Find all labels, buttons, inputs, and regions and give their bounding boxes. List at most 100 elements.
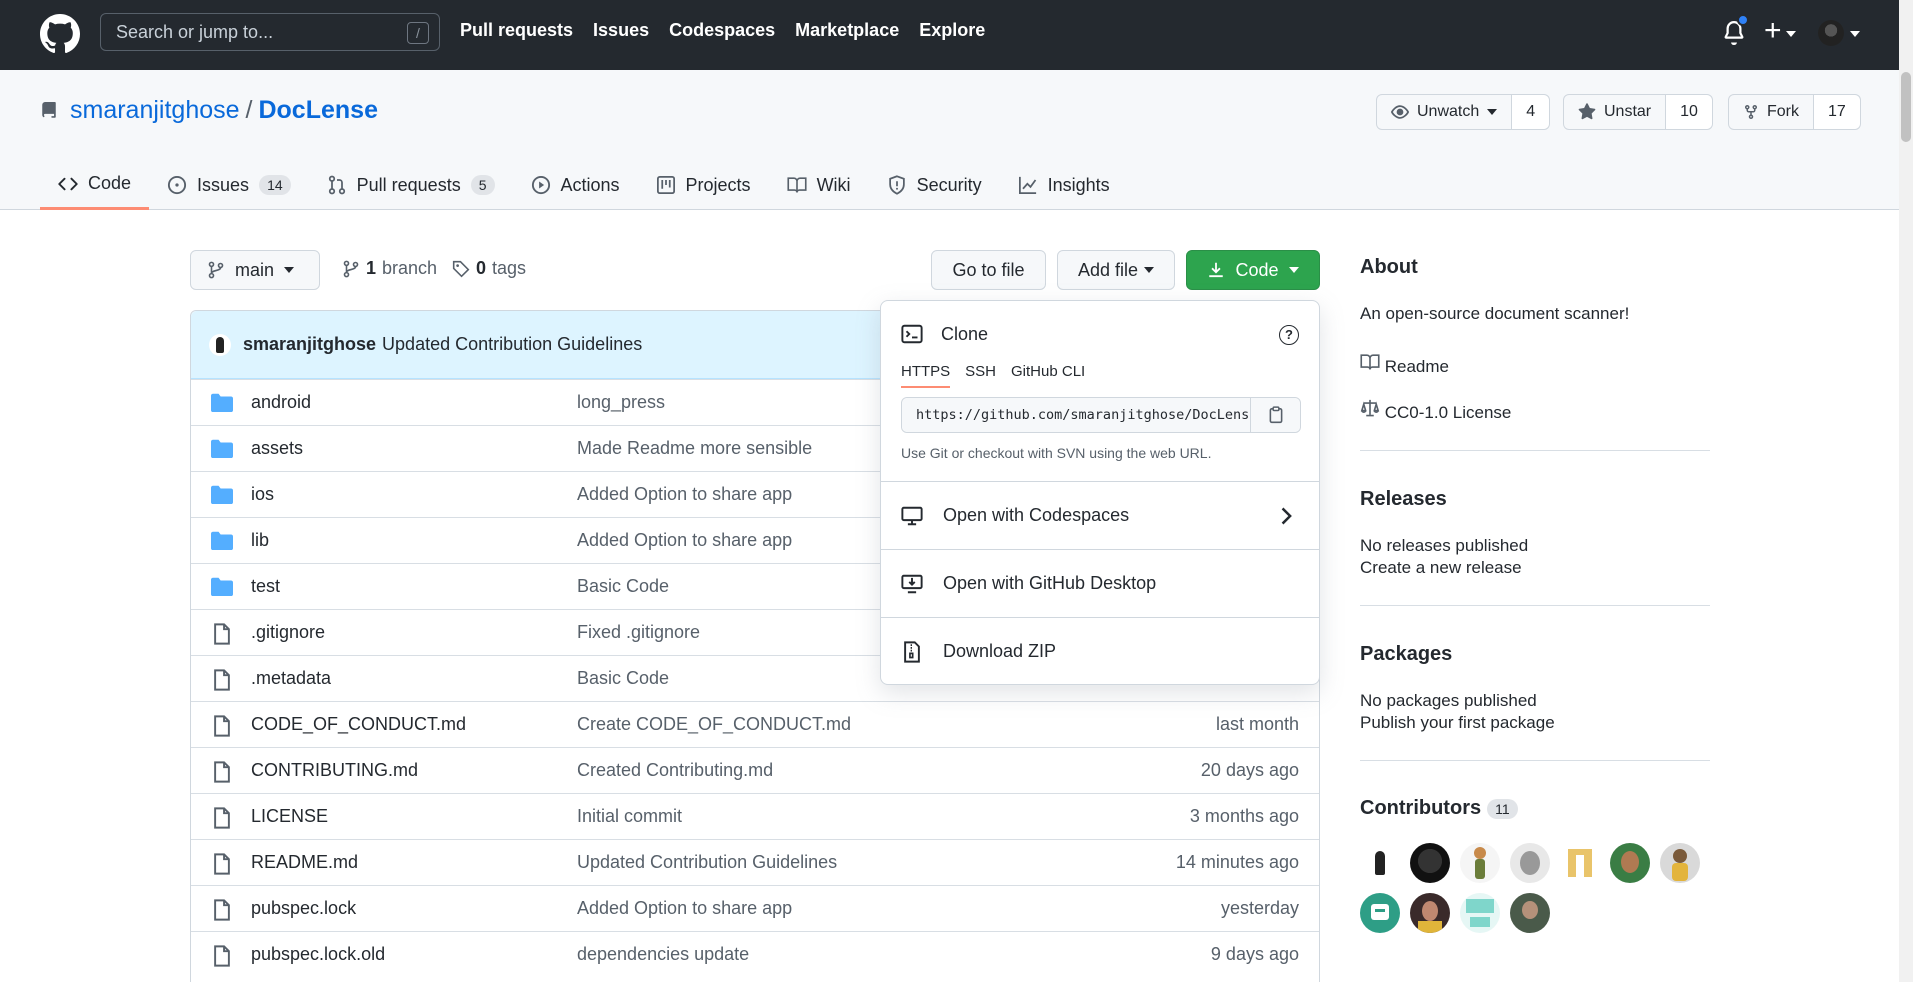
protocol-tab-cli[interactable]: GitHub CLI <box>1011 363 1085 388</box>
file-commit-message[interactable]: long_press <box>577 392 665 413</box>
tab-issues[interactable]: Issues 14 <box>149 160 309 210</box>
contributor-avatar[interactable] <box>1660 843 1700 883</box>
search-input[interactable]: Search or jump to... / <box>100 13 440 51</box>
file-commit-message[interactable]: Added Option to share app <box>577 898 792 919</box>
repo-separator: / <box>245 96 253 124</box>
commit-message[interactable]: Updated Contribution Guidelines <box>382 334 642 355</box>
github-logo-icon[interactable] <box>40 14 80 54</box>
file-commit-message[interactable]: Basic Code <box>577 576 669 597</box>
file-commit-message[interactable]: dependencies update <box>577 944 749 965</box>
go-to-file-button[interactable]: Go to file <box>931 250 1046 290</box>
download-zip[interactable]: Download ZIP <box>881 617 1319 685</box>
file-name-link[interactable]: .gitignore <box>251 622 325 643</box>
file-name-link[interactable]: android <box>251 392 311 413</box>
avatar[interactable] <box>1818 20 1844 46</box>
file-commit-message[interactable]: Fixed .gitignore <box>577 622 700 643</box>
publish-package-link[interactable]: Publish your first package <box>1360 713 1710 733</box>
contributor-avatar[interactable] <box>1460 843 1500 883</box>
contributor-avatar[interactable] <box>1460 893 1500 933</box>
file-name-link[interactable]: test <box>251 576 280 597</box>
contributor-avatar[interactable] <box>1510 843 1550 883</box>
repo-owner-link[interactable]: smaranjitghose <box>70 96 240 125</box>
tab-pull-requests[interactable]: Pull requests 5 <box>309 160 513 210</box>
fork-count[interactable]: 17 <box>1814 95 1860 129</box>
tab-actions[interactable]: Actions <box>513 160 638 210</box>
clone-url-input[interactable]: https://github.com/smaranjitghose/DocLen… <box>902 398 1250 432</box>
file-commit-message[interactable]: Made Readme more sensible <box>577 438 812 459</box>
fork-button[interactable]: Fork <box>1729 95 1814 129</box>
branch-select-button[interactable]: main <box>190 250 320 290</box>
file-name-link[interactable]: pubspec.lock.old <box>251 944 385 965</box>
releases-heading[interactable]: Releases <box>1360 488 1710 511</box>
file-name-link[interactable]: assets <box>251 438 303 459</box>
file-commit-message[interactable]: Basic Code <box>577 668 669 689</box>
avatar[interactable] <box>209 333 231 356</box>
add-file-button[interactable]: Add file <box>1057 250 1175 290</box>
file-name-link[interactable]: CODE_OF_CONDUCT.md <box>251 714 466 735</box>
tab-insights[interactable]: Insights <box>1000 160 1128 210</box>
copy-button[interactable] <box>1250 398 1300 432</box>
file-name-link[interactable]: pubspec.lock <box>251 898 356 919</box>
packages-heading[interactable]: Packages <box>1360 643 1710 666</box>
file-commit-message[interactable]: Added Option to share app <box>577 530 792 551</box>
file-name-link[interactable]: CONTRIBUTING.md <box>251 760 418 781</box>
file-row[interactable]: pubspec.lock Added Option to share app yes… <box>191 885 1319 931</box>
tab-code[interactable]: Code <box>40 160 150 210</box>
file-commit-message[interactable]: Initial commit <box>577 806 682 827</box>
sidebar-divider <box>1360 605 1710 606</box>
file-row[interactable]: LICENSE Initial commit 3 months ago <box>191 793 1319 839</box>
open-with-github-desktop[interactable]: Open with GitHub Desktop <box>881 549 1319 617</box>
tab-wiki[interactable]: Wiki <box>769 160 869 210</box>
nav-codespaces[interactable]: Codespaces <box>669 20 775 41</box>
file-commit-message[interactable]: Create CODE_OF_CONDUCT.md <box>577 714 851 735</box>
file-name-link[interactable]: lib <box>251 530 269 551</box>
unwatch-button[interactable]: Unwatch <box>1377 95 1513 129</box>
contributor-avatar[interactable] <box>1410 843 1450 883</box>
file-name-link[interactable]: LICENSE <box>251 806 328 827</box>
branches-link[interactable]: 1 branch <box>342 258 437 279</box>
code-button[interactable]: Code <box>1186 250 1320 290</box>
contributor-avatar[interactable] <box>1410 893 1450 933</box>
nav-pull-requests[interactable]: Pull requests <box>460 20 573 41</box>
terminal-icon <box>901 324 923 344</box>
nav-explore[interactable]: Explore <box>919 20 985 41</box>
unstar-button[interactable]: Unstar <box>1564 95 1667 129</box>
tab-projects[interactable]: Projects <box>638 160 769 210</box>
open-with-codespaces[interactable]: Open with Codespaces <box>881 481 1319 549</box>
repo-name-link[interactable]: DocLense <box>258 96 377 125</box>
contributor-avatar[interactable] <box>1510 893 1550 933</box>
file-name-link[interactable]: README.md <box>251 852 358 873</box>
protocol-tab-https[interactable]: HTTPS <box>901 363 951 388</box>
file-commit-message[interactable]: Updated Contribution Guidelines <box>577 852 837 873</box>
nav-marketplace[interactable]: Marketplace <box>795 20 899 41</box>
create-release-link[interactable]: Create a new release <box>1360 558 1710 578</box>
help-icon[interactable]: ? <box>1279 325 1299 345</box>
scrollbar-thumb[interactable] <box>1901 72 1911 142</box>
file-name-link[interactable]: ios <box>251 484 274 505</box>
file-name-link[interactable]: .metadata <box>251 668 331 689</box>
scrollbar[interactable] <box>1899 0 1913 982</box>
packages-section: Packages <box>1360 643 1710 666</box>
readme-link[interactable]: Readme <box>1360 352 1710 377</box>
contributors-heading[interactable]: Contributors 11 <box>1360 797 1710 820</box>
file-commit-message[interactable]: Added Option to share app <box>577 484 792 505</box>
tab-label: Code <box>88 173 132 193</box>
tags-link[interactable]: 0 tags <box>452 258 526 279</box>
star-count[interactable]: 10 <box>1666 95 1712 129</box>
contributor-avatar[interactable] <box>1560 843 1600 883</box>
file-row[interactable]: pubspec.lock.old dependencies update 9 day… <box>191 931 1319 977</box>
contributor-avatar[interactable] <box>1610 843 1650 883</box>
tab-security[interactable]: Security <box>869 160 1000 210</box>
protocol-tab-ssh[interactable]: SSH <box>965 363 996 388</box>
file-row[interactable]: CODE_OF_CONDUCT.md Create CODE_OF_CONDUCT… <box>191 701 1319 747</box>
watch-count[interactable]: 4 <box>1512 95 1550 129</box>
contributor-avatar[interactable] <box>1360 893 1400 933</box>
nav-issues[interactable]: Issues <box>593 20 649 41</box>
file-row[interactable]: README.md Updated Contribution Guidelines… <box>191 839 1319 885</box>
file-commit-message[interactable]: Created Contributing.md <box>577 760 773 781</box>
create-new-icon[interactable]: + <box>1764 16 1782 46</box>
file-row[interactable]: CONTRIBUTING.md Created Contributing.md 20… <box>191 747 1319 793</box>
license-link[interactable]: CC0-1.0 License <box>1360 398 1710 423</box>
commit-author[interactable]: smaranjitghose <box>243 334 376 355</box>
contributor-avatar[interactable] <box>1360 843 1400 883</box>
